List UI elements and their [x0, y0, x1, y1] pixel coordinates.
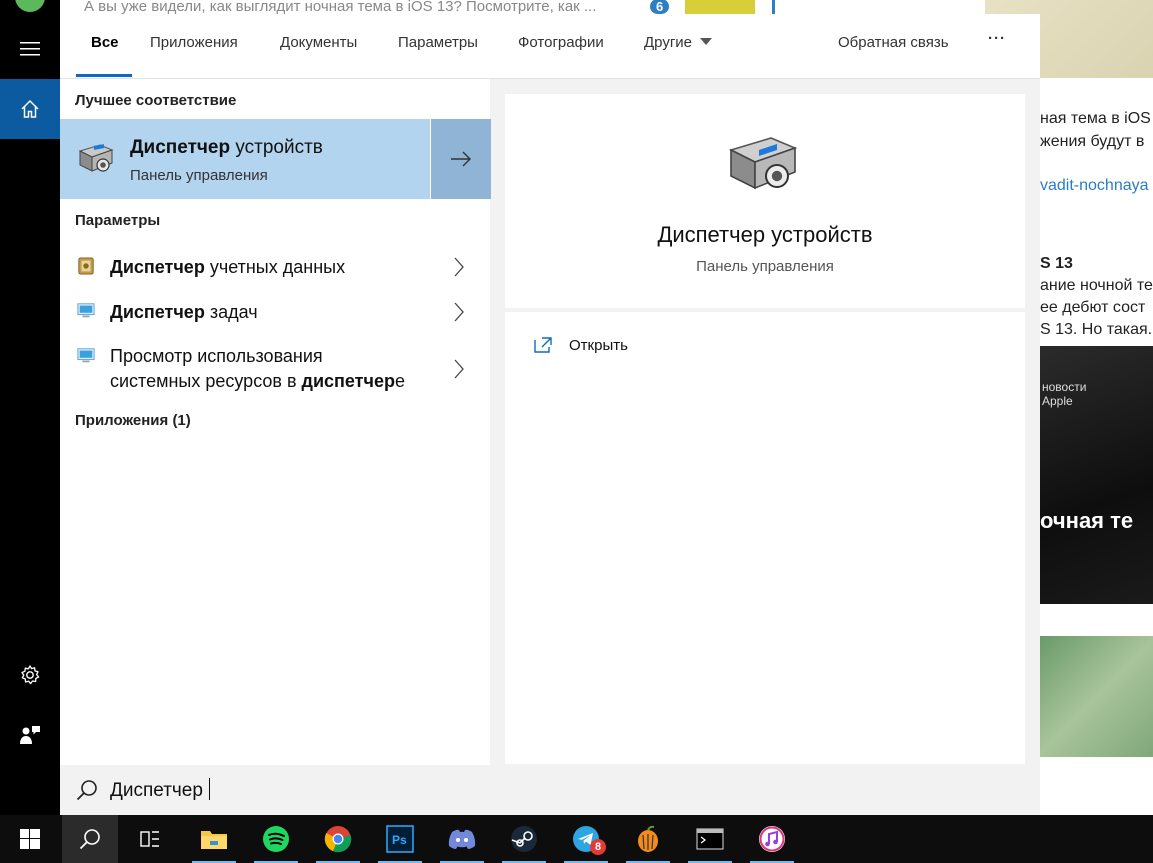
- home-button[interactable]: [0, 79, 60, 139]
- settings-item-label: Просмотр использования системных ресурсо…: [110, 346, 405, 391]
- home-icon: [21, 99, 39, 118]
- background-article-image: новости Apple очная те: [1040, 346, 1153, 604]
- preview-pane: Диспетчер устройств Панель управления От…: [505, 94, 1025, 764]
- background-paragraph-line: ание ночной те: [1040, 277, 1153, 294]
- settings-item-resource-usage[interactable]: Просмотр использования системных ресурсо…: [60, 339, 490, 399]
- search-box[interactable]: Диспетчер: [60, 765, 1040, 815]
- chevron-right-icon: [454, 359, 464, 379]
- task-view-button[interactable]: [122, 815, 178, 863]
- best-match-item[interactable]: Диспетчер устройств Панель управления: [60, 119, 430, 199]
- background-paragraph-line: ее дебют сост: [1040, 299, 1146, 316]
- telegram-taskbar[interactable]: 8: [558, 815, 614, 863]
- best-match-heading: Лучшее соответствие: [75, 92, 237, 109]
- task-view-icon: [140, 831, 159, 847]
- start-button[interactable]: [2, 815, 58, 863]
- spotify-taskbar[interactable]: [248, 815, 304, 863]
- settings-item-label: Диспетчер задач: [110, 302, 258, 322]
- discord-taskbar[interactable]: [434, 815, 490, 863]
- chevron-down-icon: [700, 38, 713, 45]
- steam-taskbar[interactable]: [496, 815, 552, 863]
- tab-more[interactable]: Другие: [644, 34, 713, 51]
- file-explorer-taskbar[interactable]: [186, 815, 242, 863]
- open-external-icon: [534, 337, 552, 353]
- apps-heading[interactable]: Приложения (1): [75, 412, 191, 429]
- filter-tabs: Все Приложения Документы Параметры Фотог…: [60, 14, 1040, 79]
- itunes-taskbar[interactable]: [744, 815, 800, 863]
- search-panel: Все Приложения Документы Параметры Фотог…: [60, 14, 1040, 815]
- device-manager-icon: [78, 144, 114, 172]
- tab-all[interactable]: Все: [91, 34, 119, 51]
- taskbar: Ps 8: [0, 815, 1153, 863]
- settings-item-credential-manager[interactable]: Диспетчер учетных данных: [60, 249, 490, 285]
- monitor-icon: [77, 303, 95, 318]
- steam-icon: [511, 826, 537, 852]
- fl-studio-taskbar[interactable]: [620, 815, 676, 863]
- search-input[interactable]: Диспетчер: [110, 778, 210, 802]
- background-text-line: жения будут в: [1040, 133, 1145, 150]
- chrome-icon: [324, 826, 352, 853]
- monitor-icon: [77, 348, 95, 363]
- settings-item-task-manager[interactable]: Диспетчер задач: [60, 294, 490, 330]
- chevron-right-icon: [454, 257, 464, 277]
- background-paragraph-line: S 13. Но такая...: [1040, 321, 1153, 338]
- preview-header: Диспетчер устройств Панель управления: [505, 94, 1025, 308]
- photoshop-taskbar[interactable]: Ps: [372, 815, 428, 863]
- preview-subtitle: Панель управления: [696, 258, 834, 275]
- search-icon: [79, 829, 100, 850]
- hamburger-icon: [20, 42, 40, 56]
- person-feedback-icon: [20, 726, 40, 744]
- background-article-image-2: [1040, 636, 1153, 757]
- background-divider: [772, 0, 775, 14]
- taskbar-search-button[interactable]: [62, 815, 118, 863]
- windows-logo-icon: [20, 829, 40, 849]
- open-best-match-button[interactable]: [430, 119, 491, 199]
- feedback-button[interactable]: [0, 705, 60, 765]
- tab-apps[interactable]: Приложения: [150, 34, 238, 51]
- background-text-line: ная тема в iOS: [1040, 110, 1151, 127]
- more-options-button[interactable]: ···: [988, 30, 1006, 47]
- background-heading: S 13: [1040, 255, 1073, 272]
- avatar: [15, 0, 45, 12]
- avatar-strip: [0, 0, 60, 14]
- folder-icon: [201, 831, 227, 849]
- photoshop-icon: Ps: [386, 825, 414, 853]
- discord-icon: [448, 829, 476, 849]
- results-list: Лучшее соответствие Диспетчер устройств …: [60, 79, 491, 765]
- gear-icon: [21, 665, 40, 685]
- hamburger-menu-button[interactable]: [0, 19, 60, 79]
- start-rail: [0, 14, 60, 815]
- credential-manager-icon: [78, 257, 94, 275]
- notification-badge: 8: [590, 839, 606, 855]
- open-action[interactable]: Открыть: [533, 336, 628, 354]
- settings-button[interactable]: [0, 645, 60, 705]
- terminal-taskbar[interactable]: [682, 815, 738, 863]
- fruity-loops-icon: [638, 825, 658, 852]
- search-icon: [76, 780, 97, 801]
- text-cursor: [208, 778, 210, 800]
- chrome-taskbar[interactable]: [310, 815, 366, 863]
- background-link[interactable]: vadit-nochnaya: [1040, 177, 1149, 195]
- settings-heading: Параметры: [75, 212, 161, 229]
- tab-documents[interactable]: Документы: [280, 34, 357, 51]
- arrow-right-icon: [451, 151, 471, 167]
- terminal-icon: [696, 828, 724, 850]
- chevron-right-icon: [454, 302, 464, 322]
- music-icon: [759, 826, 785, 852]
- tab-photos[interactable]: Фотографии: [518, 34, 604, 51]
- settings-item-label: Диспетчер учетных данных: [110, 257, 346, 277]
- active-tab-indicator: [76, 74, 132, 77]
- device-manager-large-icon: [728, 137, 798, 190]
- background-thumbnail: [685, 0, 755, 14]
- background-top-snippet: А вы уже видели, как выглядит ночная тем…: [84, 0, 597, 14]
- svg-text:Ps: Ps: [392, 833, 407, 847]
- best-match-title: Диспетчер устройств: [130, 137, 323, 158]
- preview-actions: Открыть: [505, 312, 1025, 764]
- best-match-subtitle: Панель управления: [130, 167, 268, 184]
- feedback-link[interactable]: Обратная связь: [838, 34, 949, 51]
- spotify-icon: [263, 826, 289, 852]
- tab-settings[interactable]: Параметры: [398, 34, 478, 51]
- preview-title: Диспетчер устройств: [657, 222, 873, 247]
